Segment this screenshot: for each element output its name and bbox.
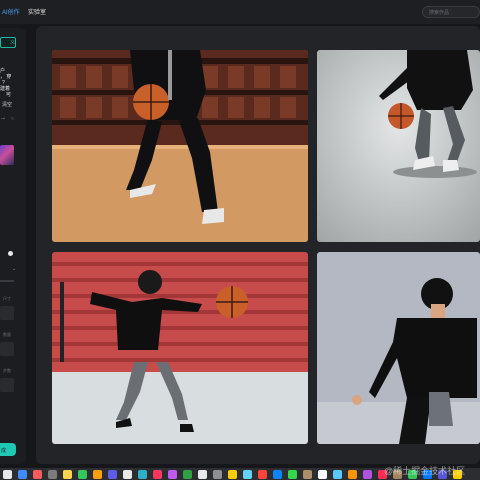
field-label: 数量 [3,332,11,337]
dock-app-icon[interactable] [63,470,72,479]
dock-app-icon[interactable] [93,470,102,479]
prompt-text: 可 [6,92,12,98]
dock-app-icon[interactable] [48,470,57,479]
clear-button[interactable]: 清空 [2,101,12,108]
result-image-4[interactable] [317,252,480,444]
count-field[interactable] [0,342,14,356]
field-label: 步数 [3,368,11,373]
chevron-down-icon[interactable]: ⌄ [12,266,16,272]
dock-app-icon[interactable] [348,470,357,479]
dock-app-icon[interactable] [198,470,207,479]
dock-app-icon[interactable] [318,470,327,479]
dock-app-icon[interactable] [303,470,312,479]
toggle-icon[interactable]: ⊸ [1,116,5,122]
circle-icon[interactable]: ○ [11,116,14,122]
result-image-3[interactable] [52,252,308,444]
dock-app-icon[interactable] [78,470,87,479]
result-image-2[interactable] [317,50,480,242]
dock-app-icon[interactable] [138,470,147,479]
dock-app-icon[interactable] [123,470,132,479]
size-field[interactable] [0,306,14,320]
search-input[interactable]: 搜索作品 [422,6,480,18]
basketball-player-studio-image [317,50,480,242]
basketball-player-gym-image [52,50,308,242]
dock-app-icon[interactable] [183,470,192,479]
basketball-player-grey-image [317,252,480,444]
top-bar [0,0,480,24]
dock-app-icon[interactable] [258,470,267,479]
settings-panel: 义 户 ， 穿 ? 建着 可 清空 ⊸ ○ ⌄ 尺寸 数量 步数 成 [0,28,26,464]
dock-app-icon[interactable] [153,470,162,479]
mode-tab-label: 义 [10,40,16,46]
result-image-1[interactable] [52,50,308,242]
search-placeholder: 搜索作品 [429,10,450,16]
dock-app-icon[interactable] [333,470,342,479]
generate-button-label: 成 [1,448,7,454]
dock-app-icon[interactable] [363,470,372,479]
dock-app-icon[interactable] [3,470,12,479]
watermark-text: @稀土掘金技术社区 [384,466,466,476]
dock-app-icon[interactable] [228,470,237,479]
dock-app-icon[interactable] [33,470,42,479]
slider-track[interactable] [0,280,14,282]
dock-app-icon[interactable] [213,470,222,479]
style-thumbnail[interactable] [0,145,14,165]
nav-lab[interactable]: 实验室 [28,7,46,16]
dock-app-icon[interactable] [168,470,177,479]
steps-field[interactable] [0,378,14,392]
dock-app-icon[interactable] [243,470,252,479]
nav-ai-create[interactable]: AI创作 [2,7,20,16]
dock-app-icon[interactable] [18,470,27,479]
basketball-player-stairs-image [52,252,308,444]
field-label: 尺寸 [3,296,11,301]
dock-app-icon[interactable] [108,470,117,479]
radio-icon[interactable] [8,251,13,256]
dock-app-icon[interactable] [288,470,297,479]
dock-app-icon[interactable] [273,470,282,479]
